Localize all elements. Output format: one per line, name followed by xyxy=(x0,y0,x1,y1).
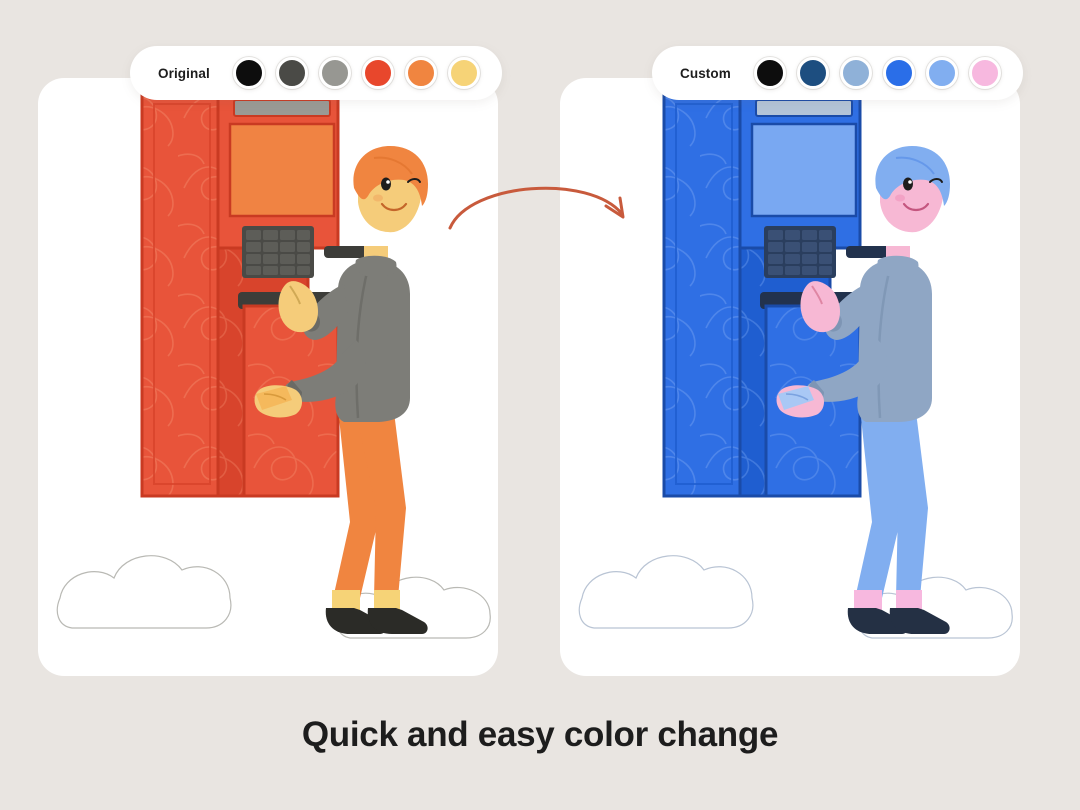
swatch-original-1[interactable] xyxy=(232,57,265,89)
swatch-row-custom xyxy=(753,57,1001,89)
swatch-original-6[interactable] xyxy=(447,57,480,89)
atm-scene-custom xyxy=(578,88,1013,639)
atm-scene-original xyxy=(56,88,491,639)
sock-front xyxy=(374,590,400,610)
eye xyxy=(903,177,913,191)
swatch-original-3[interactable] xyxy=(318,57,351,89)
sock-back xyxy=(332,590,360,610)
atm-header-strip xyxy=(755,99,853,117)
swatch-custom-6[interactable] xyxy=(968,57,1001,89)
swatch-custom-2[interactable] xyxy=(796,57,829,89)
palette-label-custom: Custom xyxy=(680,65,731,81)
illustration-atm-person-orange xyxy=(38,78,498,676)
swatch-custom-5[interactable] xyxy=(925,57,958,89)
swatch-original-5[interactable] xyxy=(404,57,437,89)
eye xyxy=(381,177,391,191)
cloud-left xyxy=(56,555,232,629)
swatch-original-2[interactable] xyxy=(275,57,308,89)
swatch-custom-3[interactable] xyxy=(839,57,872,89)
sock-back xyxy=(854,590,882,610)
sweater xyxy=(857,260,932,422)
atm-screen xyxy=(750,122,858,218)
swatch-custom-1[interactable] xyxy=(753,57,786,89)
atm-screen xyxy=(228,122,336,218)
swatch-original-4[interactable] xyxy=(361,57,394,89)
page-caption: Quick and easy color change xyxy=(301,715,779,754)
swatch-custom-4[interactable] xyxy=(882,57,915,89)
card-custom[interactable] xyxy=(560,78,1020,676)
palette-custom[interactable]: Custom xyxy=(652,46,1023,100)
page-root: Original Custom Quick and easy color cha… xyxy=(0,0,1080,810)
sweater xyxy=(335,260,410,422)
palette-original[interactable]: Original xyxy=(130,46,502,100)
atm-keypad xyxy=(764,226,836,278)
atm-header-strip xyxy=(233,99,331,117)
atm-keypad xyxy=(242,226,314,278)
palette-label-original: Original xyxy=(158,65,210,81)
cloud-left xyxy=(578,555,754,629)
sock-front xyxy=(896,590,922,610)
card-original[interactable] xyxy=(38,78,498,676)
swatch-row-original xyxy=(232,57,480,89)
illustration-atm-person-blue xyxy=(560,78,1020,676)
